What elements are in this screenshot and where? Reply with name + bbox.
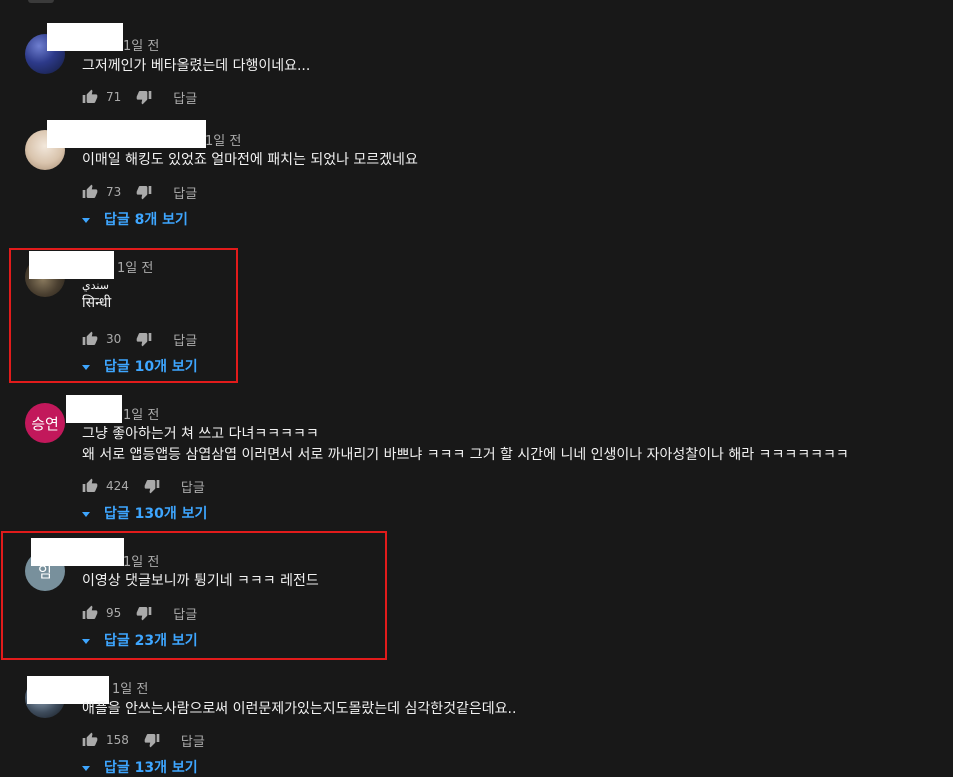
comment-timestamp[interactable]: 1일 전	[123, 551, 159, 570]
view-replies-label: 답글 13개 보기	[104, 760, 198, 776]
comment-text: سندي सिन्धी	[82, 279, 111, 313]
view-replies-button[interactable]: 답글 13개 보기	[82, 757, 198, 777]
thumb-down-icon[interactable]	[136, 331, 152, 347]
thumb-down-icon[interactable]	[136, 89, 152, 105]
comment-line: 이매일 해킹도 있었죠 얼마전에 패치는 되었나 모르겠네요	[82, 152, 418, 168]
author-name[interactable]	[47, 23, 123, 51]
view-replies-button[interactable]: 답글 23개 보기	[82, 630, 198, 650]
comment-line: 이영상 댓글보니까 튕기네 ㅋㅋㅋ 레전드	[82, 573, 319, 589]
comment-timestamp[interactable]: 1일 전	[117, 257, 153, 276]
comment-text: 그냥 좋아하는거 쳐 쓰고 다녀ㅋㅋㅋㅋㅋ 왜 서로 앱등앱등 삼엽삼엽 이러면…	[82, 424, 849, 466]
like-count: 424	[106, 479, 129, 493]
thumb-up-icon[interactable]	[82, 184, 98, 200]
comment-text: 이영상 댓글보니까 튕기네 ㅋㅋㅋ 레전드	[82, 571, 319, 592]
author-name[interactable]	[47, 120, 206, 148]
comment-actions: 424 답글	[82, 476, 215, 496]
reply-button[interactable]: 답글	[181, 731, 205, 750]
comment-actions: 30 답글	[82, 329, 208, 349]
comment-actions: 71 답글	[82, 87, 208, 107]
caret-down-icon	[82, 217, 90, 223]
reply-button[interactable]: 답글	[173, 88, 197, 107]
caret-down-icon	[82, 511, 90, 517]
thumb-up-icon[interactable]	[82, 478, 98, 494]
thumb-down-icon[interactable]	[144, 478, 160, 494]
comment-line: سندي	[82, 279, 109, 292]
comment-line: 그냥 좋아하는거 쳐 쓰고 다녀ㅋㅋㅋㅋㅋ	[82, 426, 319, 442]
author-name[interactable]	[31, 538, 124, 566]
caret-down-icon	[82, 638, 90, 644]
thumb-up-icon[interactable]	[82, 89, 98, 105]
comment-text: 이매일 해킹도 있었죠 얼마전에 패치는 되었나 모르겠네요	[82, 150, 418, 171]
reply-button[interactable]: 답글	[173, 183, 197, 202]
comment-line: 왜 서로 앱등앱등 삼엽삼엽 이러면서 서로 까내리기 바쁘냐 ㅋㅋㅋ 그거 할…	[82, 447, 849, 463]
like-count: 95	[106, 606, 122, 620]
avatar[interactable]: 승연	[25, 403, 65, 443]
comment-line: सिन्धी	[82, 295, 112, 311]
comment-timestamp[interactable]: 1일 전	[205, 130, 241, 149]
thumb-up-icon[interactable]	[82, 331, 98, 347]
previous-comment-divider	[28, 0, 54, 3]
reply-button[interactable]: 답글	[173, 604, 197, 623]
comment-actions: 95 답글	[82, 603, 208, 623]
like-count: 73	[106, 185, 122, 199]
thumb-down-icon[interactable]	[136, 605, 152, 621]
view-replies-label: 답글 23개 보기	[104, 633, 198, 649]
like-count: 158	[106, 733, 129, 747]
like-count: 30	[106, 332, 122, 346]
comment-text: 애플을 안쓰는사람으로써 이런문제가있는지도몰랐는데 심각한것같은데요..	[82, 699, 516, 720]
thumb-up-icon[interactable]	[82, 732, 98, 748]
comment-text: 그저께인가 베타올렸는데 다행이네요...	[82, 56, 310, 77]
reply-button[interactable]: 답글	[181, 477, 205, 496]
comment-line: 그저께인가 베타올렸는데 다행이네요...	[82, 58, 311, 74]
view-replies-label: 답글 10개 보기	[104, 359, 198, 375]
author-name[interactable]	[29, 251, 114, 279]
view-replies-button[interactable]: 답글 10개 보기	[82, 356, 198, 376]
comment-actions: 158 답글	[82, 730, 215, 750]
comment-timestamp[interactable]: 1일 전	[123, 404, 159, 423]
caret-down-icon	[82, 364, 90, 370]
view-replies-label: 답글 8개 보기	[104, 212, 188, 228]
thumb-down-icon[interactable]	[136, 184, 152, 200]
like-count: 71	[106, 90, 122, 104]
comment-timestamp[interactable]: 1일 전	[123, 35, 159, 54]
author-name[interactable]	[66, 395, 122, 423]
comment-timestamp[interactable]: 1일 전	[112, 678, 148, 697]
avatar-initials: 승연	[31, 414, 59, 433]
comment-line: 애플을 안쓰는사람으로써 이런문제가있는지도몰랐는데 심각한것같은데요..	[82, 701, 517, 717]
view-replies-label: 답글 130개 보기	[104, 506, 208, 522]
comment-actions: 73 답글	[82, 182, 208, 202]
thumb-down-icon[interactable]	[144, 732, 160, 748]
reply-button[interactable]: 답글	[173, 330, 197, 349]
view-replies-button[interactable]: 답글 8개 보기	[82, 209, 188, 229]
view-replies-button[interactable]: 답글 130개 보기	[82, 503, 207, 523]
thumb-up-icon[interactable]	[82, 605, 98, 621]
caret-down-icon	[82, 765, 90, 771]
